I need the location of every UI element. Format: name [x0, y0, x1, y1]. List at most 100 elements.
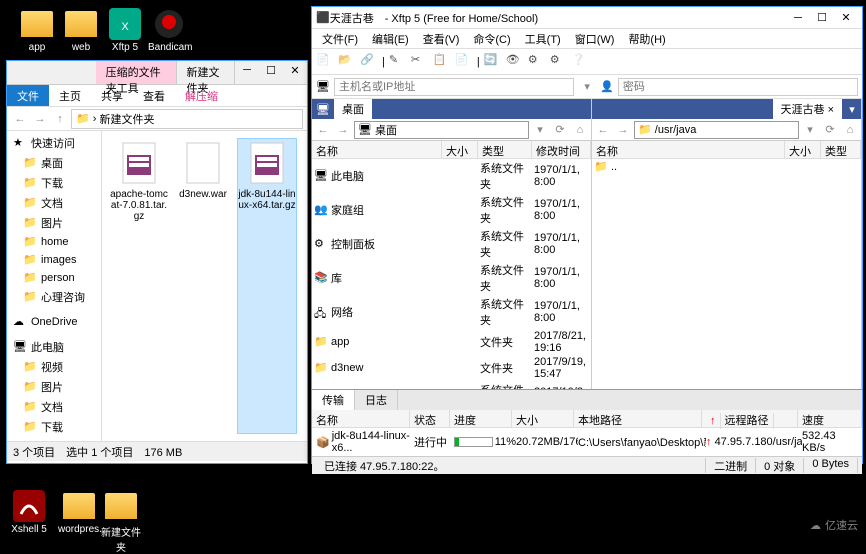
menu-item[interactable]: 编辑(E)	[366, 29, 415, 48]
chevron-down-icon[interactable]: ▾	[801, 121, 819, 139]
tab-transfer[interactable]: 传输	[312, 390, 355, 410]
refresh-icon[interactable]: ⟳	[821, 121, 839, 139]
back-icon[interactable]: ←	[594, 121, 612, 139]
col-speed[interactable]: 速度	[798, 410, 862, 427]
list-item[interactable]: 👥家庭组系统文件夹1970/1/1, 8:00	[312, 193, 591, 227]
gear-icon[interactable]: ⚙	[550, 53, 568, 71]
col-local[interactable]: 本地路径	[574, 410, 702, 427]
list-item[interactable]: 📁app文件夹2017/8/21, 19:16	[312, 329, 591, 355]
ribbon-share[interactable]: 共享	[91, 85, 133, 106]
sync-icon[interactable]: 🔄	[484, 53, 502, 71]
sidebar-item[interactable]: ☁OneDrive	[7, 313, 101, 331]
forward-icon[interactable]: →	[31, 110, 49, 128]
view-icon[interactable]: 👁	[506, 53, 524, 71]
back-icon[interactable]: ←	[314, 121, 332, 139]
paste-icon[interactable]: 📄	[455, 53, 473, 71]
file-tile[interactable]: apache-tomcat-7.0.81.tar.gz	[110, 139, 168, 433]
sidebar-item[interactable]: 📁音乐	[7, 437, 101, 441]
password-input[interactable]	[618, 78, 858, 96]
sidebar-item[interactable]: 📁下载	[7, 417, 101, 437]
edit-icon[interactable]: ✎	[389, 53, 407, 71]
close-button[interactable]: ✕	[834, 9, 858, 27]
col-size[interactable]: 大小	[442, 141, 478, 158]
sidebar-item[interactable]: 📁图片	[7, 377, 101, 397]
maximize-button[interactable]: ☐	[259, 61, 283, 79]
back-icon[interactable]: ←	[11, 110, 29, 128]
list-item[interactable]: 📁Flavioy Yao系统文件夹2017/10/3, 8:14	[312, 381, 591, 389]
transfer-row[interactable]: 📦jdk-8u144-linux-x6... 进行中 11% 20.72MB/1…	[312, 428, 862, 456]
list-item[interactable]: ⚙控制面板系统文件夹1970/1/1, 8:00	[312, 227, 591, 261]
host-input[interactable]	[334, 78, 574, 96]
menu-item[interactable]: 文件(F)	[316, 29, 364, 48]
list-item[interactable]: 📁d3new文件夹2017/9/19, 15:47	[312, 355, 591, 381]
forward-icon[interactable]: →	[334, 121, 352, 139]
maximize-button[interactable]: ☐	[810, 9, 834, 27]
file-tile[interactable]: d3new.war	[174, 139, 232, 433]
tab-compressed-tools[interactable]: 压缩的文件夹工具	[96, 61, 177, 84]
local-list[interactable]: 🖥此电脑系统文件夹1970/1/1, 8:00👥家庭组系统文件夹1970/1/1…	[312, 159, 591, 389]
minimize-button[interactable]: ─	[235, 61, 259, 79]
ribbon-file[interactable]: 文件	[7, 85, 49, 106]
minimize-button[interactable]: ─	[786, 9, 810, 27]
list-item[interactable]: 🖥此电脑系统文件夹1970/1/1, 8:00	[312, 159, 591, 193]
col-remote[interactable]: ↑远程路径	[702, 410, 798, 427]
sidebar-item[interactable]: ★快速访问	[7, 133, 101, 153]
connect-icon[interactable]: 🔗	[360, 53, 378, 71]
desktop-icon-新建文件夹[interactable]: 新建文件夹	[100, 490, 142, 554]
cut-icon[interactable]: ✂	[411, 53, 429, 71]
up-icon[interactable]: ↑	[51, 110, 69, 128]
forward-icon[interactable]: →	[614, 121, 632, 139]
remote-list[interactable]: 📁..	[592, 159, 861, 389]
col-type[interactable]: 类型	[821, 141, 861, 158]
desktop-icon-web[interactable]: web	[60, 8, 102, 53]
col-name[interactable]: 名称	[312, 141, 442, 158]
ribbon-extract[interactable]: 解压缩	[175, 85, 228, 106]
ribbon-view[interactable]: 查看	[133, 85, 175, 106]
desktop-icon-Xftp 5[interactable]: XXftp 5	[104, 8, 146, 53]
desktop-icon-Xshell 5[interactable]: Xshell 5	[8, 490, 50, 535]
close-button[interactable]: ✕	[283, 61, 307, 79]
menu-item[interactable]: 帮助(H)	[622, 29, 671, 48]
list-item[interactable]: 📚库系统文件夹1970/1/1, 8:00	[312, 261, 591, 295]
desktop-icon-Bandicam[interactable]: Bandicam	[148, 8, 190, 53]
list-item[interactable]: 🖧网络系统文件夹1970/1/1, 8:00	[312, 295, 591, 329]
local-path[interactable]: 🖥 桌面	[354, 121, 529, 139]
col-name[interactable]: 名称	[312, 410, 410, 427]
desktop-icon-app[interactable]: app	[16, 8, 58, 53]
chevron-down-icon[interactable]: ▾	[843, 100, 861, 118]
desktop-icon-wordpres...[interactable]: wordpres...	[58, 490, 100, 535]
col-size[interactable]: 大小	[512, 410, 574, 427]
tab-log[interactable]: 日志	[355, 390, 398, 410]
col-progress[interactable]: 进度	[450, 410, 512, 427]
sidebar-item[interactable]: 🖥此电脑	[7, 337, 101, 357]
copy-icon[interactable]: 📋	[433, 53, 451, 71]
ribbon-home[interactable]: 主页	[49, 85, 91, 106]
menu-item[interactable]: 窗口(W)	[569, 29, 621, 48]
open-icon[interactable]: 📂	[338, 53, 356, 71]
home-icon[interactable]: ⌂	[841, 121, 859, 139]
sidebar-item[interactable]: 📁桌面	[7, 153, 101, 173]
col-status[interactable]: 状态	[410, 410, 450, 427]
col-size[interactable]: 大小	[785, 141, 821, 158]
new-icon[interactable]: 📄	[316, 53, 334, 71]
list-item[interactable]: 📁..	[592, 159, 861, 175]
local-tab[interactable]: 桌面	[334, 99, 373, 119]
col-name[interactable]: 名称	[592, 141, 785, 158]
sidebar-item[interactable]: 📁文档	[7, 397, 101, 417]
sidebar-item[interactable]: 📁person	[7, 269, 101, 287]
col-date[interactable]: 修改时间	[532, 141, 591, 158]
chevron-down-icon[interactable]: ▾	[531, 121, 549, 139]
sidebar-item[interactable]: 📁images	[7, 251, 101, 269]
refresh-icon[interactable]: ⟳	[551, 121, 569, 139]
file-tile[interactable]: jdk-8u144-linux-x64.tar.gz	[238, 139, 296, 433]
sidebar-item[interactable]: 📁心理咨询	[7, 287, 101, 307]
tab-new-folder[interactable]: 新建文件夹	[177, 61, 235, 84]
sidebar-item[interactable]: 📁下载	[7, 173, 101, 193]
col-type[interactable]: 类型	[478, 141, 532, 158]
menu-item[interactable]: 查看(V)	[417, 29, 466, 48]
sidebar-item[interactable]: 📁图片	[7, 213, 101, 233]
close-icon[interactable]: ×	[828, 104, 834, 116]
chevron-down-icon[interactable]: ▾	[578, 78, 596, 96]
remote-path[interactable]: 📁 /usr/java	[634, 121, 799, 139]
address-path[interactable]: 📁 › 新建文件夹	[71, 109, 303, 129]
